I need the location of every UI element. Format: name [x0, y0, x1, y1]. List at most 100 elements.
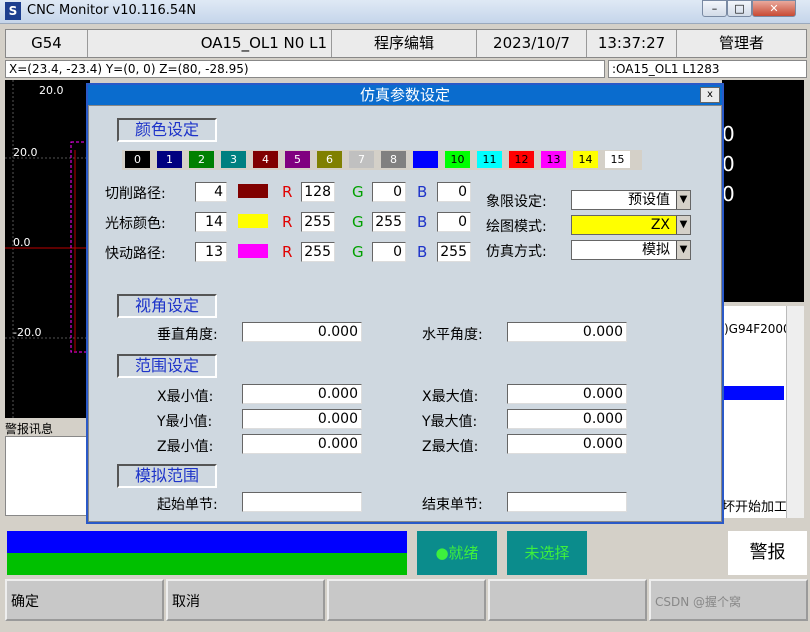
palette-swatch-4[interactable]: 4	[253, 151, 278, 168]
color-row-label: 快动路径:	[105, 246, 166, 262]
range-min-input[interactable]: 0.000	[242, 434, 362, 454]
palette-swatch-7[interactable]: 7	[349, 151, 374, 168]
section-color: 颜色设定	[117, 118, 217, 142]
window-title: CNC Monitor v10.116.54N	[27, 3, 197, 18]
horizontal-angle-input[interactable]: 0.000	[507, 322, 627, 342]
status-bar-green	[7, 553, 407, 575]
end-block-label: 结束单节:	[422, 497, 483, 513]
dialog-title: 仿真参数设定	[88, 85, 722, 105]
maximize-button[interactable]: □	[727, 0, 752, 17]
b-label: B	[417, 213, 428, 231]
chevron-down-icon[interactable]: ▼	[676, 191, 690, 209]
color-index-input[interactable]: 4	[195, 182, 227, 202]
r-label: R	[282, 213, 293, 231]
option-value: ZX	[650, 217, 670, 233]
alarm-button[interactable]: 警报	[728, 531, 807, 575]
red-value-input[interactable]: 255	[301, 242, 335, 262]
softkey-5[interactable]: CSDN @握个窝	[649, 579, 808, 621]
palette-swatch-15[interactable]: 15	[605, 151, 630, 168]
palette-swatch-13[interactable]: 13	[541, 151, 566, 168]
range-max-label: Y最大值:	[422, 414, 478, 430]
palette-swatch-0[interactable]: 0	[125, 151, 150, 168]
color-index-input[interactable]: 13	[195, 242, 227, 262]
option-value: 模拟	[642, 242, 670, 258]
confirm-button[interactable]: 确定	[5, 579, 164, 621]
option-select[interactable]: 预设值 ▼	[571, 190, 691, 210]
option-select[interactable]: ZX ▼	[571, 215, 691, 235]
option-select[interactable]: 模拟 ▼	[571, 240, 691, 260]
range-max-input[interactable]: 0.000	[507, 434, 627, 454]
r-label: R	[282, 243, 293, 261]
start-block-label: 起始单节:	[157, 497, 218, 513]
chevron-down-icon[interactable]: ▼	[676, 216, 690, 234]
red-value-input[interactable]: 255	[301, 212, 335, 232]
red-value-input[interactable]: 128	[301, 182, 335, 202]
b-label: B	[417, 243, 428, 261]
color-index-input[interactable]: 14	[195, 212, 227, 232]
status-bar-blue	[7, 531, 407, 553]
blue-value-input[interactable]: 0	[437, 212, 471, 232]
program-footer-text: 坏开始加工	[722, 500, 788, 515]
color-preview-swatch	[238, 214, 268, 228]
softkey-4[interactable]	[488, 579, 647, 621]
chevron-down-icon[interactable]: ▼	[676, 241, 690, 259]
blue-value-input[interactable]: 0	[437, 182, 471, 202]
position-panel: 0 0 0	[722, 80, 804, 302]
vertical-angle-input[interactable]: 0.000	[242, 322, 362, 342]
r-label: R	[282, 183, 293, 201]
user-label: 管理者	[718, 34, 764, 52]
coordinate-system: G54	[6, 30, 88, 57]
palette-swatch-14[interactable]: 14	[573, 151, 598, 168]
start-block-input[interactable]	[242, 492, 362, 512]
alarm-message-label: 警报讯息	[5, 422, 54, 436]
range-max-input[interactable]: 0.000	[507, 384, 627, 404]
horizontal-angle-label: 水平角度:	[422, 327, 483, 343]
softkey-3[interactable]	[327, 579, 486, 621]
palette-swatch-8[interactable]: 8	[381, 151, 406, 168]
color-preview-swatch	[238, 184, 268, 198]
program-line: :OA15_OL1 L1283	[608, 60, 807, 78]
plot-label-20: 20.0	[13, 146, 38, 159]
dialog-close-button[interactable]: x	[700, 87, 720, 103]
palette-swatch-2[interactable]: 2	[189, 151, 214, 168]
palette-swatch-9[interactable]: 9	[413, 151, 438, 168]
window-title-bar: S CNC Monitor v10.116.54N – □ ✕	[0, 0, 810, 24]
green-value-input[interactable]: 0	[372, 182, 406, 202]
option-label: 绘图模式:	[486, 219, 547, 235]
range-min-label: X最小值:	[157, 389, 214, 405]
cancel-button[interactable]: 取消	[166, 579, 325, 621]
green-value-input[interactable]: 0	[372, 242, 406, 262]
palette-swatch-11[interactable]: 11	[477, 151, 502, 168]
option-label: 仿真方式:	[486, 244, 547, 260]
palette-swatch-6[interactable]: 6	[317, 151, 342, 168]
palette-swatch-12[interactable]: 12	[509, 151, 534, 168]
green-value-input[interactable]: 255	[372, 212, 406, 232]
watermark-text: CSDN @握个窝	[655, 595, 742, 609]
listing-scrollbar[interactable]	[786, 306, 804, 518]
time-label: 13:37:27	[587, 30, 677, 57]
option-label: 象限设定:	[486, 194, 547, 210]
simulation-settings-dialog: 仿真参数设定 x 颜色设定 0 1 2 3 4 5 6 7 8 9 10 11 12 13 14 15 视角设…	[86, 83, 724, 524]
app-icon: S	[5, 2, 21, 20]
range-min-input[interactable]: 0.000	[242, 384, 362, 404]
plot-label-0: 0.0	[13, 236, 31, 249]
end-block-input[interactable]	[507, 492, 627, 512]
g-label: G	[352, 243, 364, 261]
range-max-label: Z最大值:	[422, 439, 479, 455]
b-label: B	[417, 183, 428, 201]
palette-swatch-1[interactable]: 1	[157, 151, 182, 168]
section-view: 视角设定	[117, 294, 217, 318]
minimize-button[interactable]: –	[702, 0, 727, 17]
range-max-input[interactable]: 0.000	[507, 409, 627, 429]
palette-swatch-3[interactable]: 3	[221, 151, 246, 168]
close-button[interactable]: ✕	[752, 0, 796, 17]
coordinate-readout: X=(23.4, -23.4) Y=(0, 0) Z=(80, -28.95)	[5, 60, 605, 78]
program-name: OA15_OL1 N0 L1	[88, 30, 332, 57]
range-min-input[interactable]: 0.000	[242, 409, 362, 429]
option-value: 预设值	[628, 192, 670, 208]
palette-swatch-10[interactable]: 10	[445, 151, 470, 168]
palette-swatch-5[interactable]: 5	[285, 151, 310, 168]
selection-status: 未选择	[507, 531, 587, 575]
program-line-text: )G94F2000	[724, 322, 791, 336]
blue-value-input[interactable]: 255	[437, 242, 471, 262]
